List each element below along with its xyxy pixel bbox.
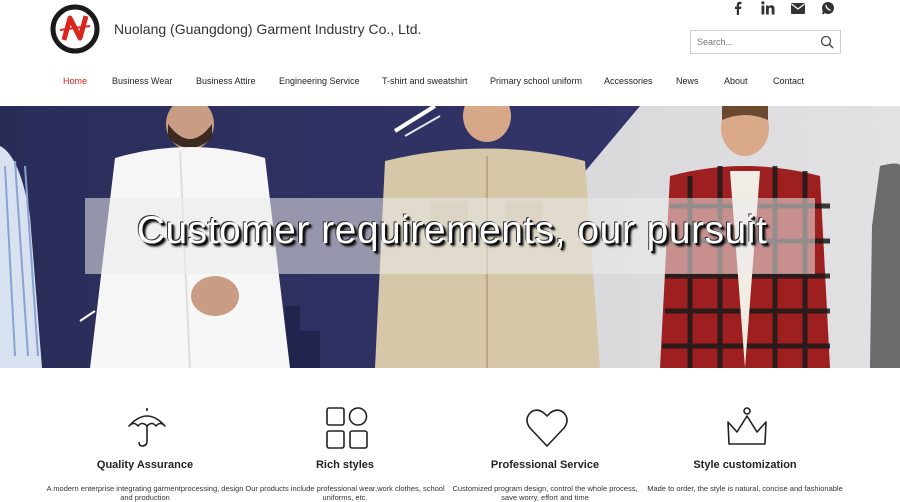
site-header: Nuolang (Guangdong) Garment Industry Co.… xyxy=(0,0,900,106)
feature-description: Made to order, the style is natural, con… xyxy=(647,484,843,493)
feature-title: Style customization xyxy=(693,459,797,471)
search-input[interactable] xyxy=(691,37,811,47)
feature-description: Customized program design, control the w… xyxy=(452,484,638,502)
nav-item-business-wear[interactable]: Business Wear xyxy=(112,76,172,86)
nav-item-primary-school-uniform[interactable]: Primary school uniform xyxy=(490,76,582,86)
nav-item-tshirt-sweatshirt[interactable]: T-shirt and sweatshirt xyxy=(382,76,468,86)
umbrella-icon xyxy=(125,406,169,450)
nav-item-accessories[interactable]: Accessories xyxy=(604,76,653,86)
search-icon[interactable] xyxy=(820,35,834,49)
linkedin-icon[interactable] xyxy=(760,0,776,16)
features-section: Quality Assurance A modern enterprise in… xyxy=(0,368,900,502)
email-icon[interactable] xyxy=(790,0,806,16)
nav-item-engineering-service[interactable]: Engineering Service xyxy=(279,76,360,86)
company-name: Nuolang (Guangdong) Garment Industry Co.… xyxy=(114,21,422,37)
feature-description: Our products include professional wear,w… xyxy=(245,484,445,502)
hero-banner[interactable]: Customer requirements, our pursuit xyxy=(0,106,900,368)
crown-icon xyxy=(725,406,769,450)
hero-tagline: Customer requirements, our pursuit xyxy=(136,209,768,252)
main-nav: Home Business Wear Business Attire Engin… xyxy=(0,76,900,92)
company-logo[interactable] xyxy=(50,4,100,54)
nav-item-contact[interactable]: Contact xyxy=(773,76,804,86)
social-links xyxy=(730,0,836,16)
nav-item-business-attire[interactable]: Business Attire xyxy=(196,76,256,86)
feature-description: A modern enterprise integrating garmentp… xyxy=(46,484,244,502)
nav-item-news[interactable]: News xyxy=(676,76,699,86)
facebook-icon[interactable] xyxy=(730,0,746,16)
nav-item-home[interactable]: Home xyxy=(63,76,87,86)
feature-title: Rich styles xyxy=(315,459,375,471)
heart-icon xyxy=(525,406,569,450)
feature-title: Professional Service xyxy=(490,459,600,471)
grid-icon xyxy=(325,406,369,450)
nav-item-about[interactable]: About xyxy=(724,76,748,86)
feature-title: Quality Assurance xyxy=(96,459,194,471)
search-box xyxy=(690,30,841,54)
whatsapp-icon[interactable] xyxy=(820,0,836,16)
